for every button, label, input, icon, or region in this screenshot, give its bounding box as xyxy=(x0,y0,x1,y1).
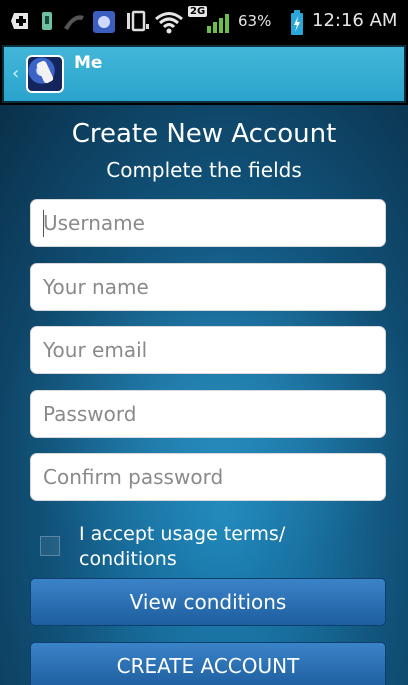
phone-icon xyxy=(64,15,84,30)
name-input[interactable] xyxy=(31,264,385,310)
battery-charging-icon xyxy=(291,10,303,35)
form-subtitle: Complete the fields xyxy=(106,158,302,182)
wifi-icon xyxy=(155,12,183,34)
view-conditions-button[interactable]: View conditions xyxy=(30,578,386,626)
vibrate-icon xyxy=(127,10,149,32)
terms-label: I accept usage terms/ conditions xyxy=(79,523,286,570)
create-account-button[interactable]: CREATE ACCOUNT xyxy=(30,642,386,685)
password-field-container xyxy=(30,390,386,438)
name-field-container xyxy=(30,263,386,311)
network-badge: 2G xyxy=(188,6,208,17)
text-cursor xyxy=(43,210,44,237)
create-account-form: Create New Account Complete the fields I… xyxy=(0,105,408,685)
back-chevron-icon[interactable]: ‹ xyxy=(12,63,19,84)
signal-icon xyxy=(207,14,229,33)
email-field-container xyxy=(30,326,386,374)
confirm-password-field-container xyxy=(30,453,386,501)
add-icon xyxy=(11,13,28,29)
form-title: Create New Account xyxy=(71,119,337,149)
terms-checkbox[interactable] xyxy=(40,536,60,556)
app-logo-icon[interactable] xyxy=(26,55,64,93)
action-bar: ‹ Me xyxy=(2,45,406,103)
usb-icon xyxy=(42,12,52,30)
status-bar: 2G 63% 12:16 AM xyxy=(0,0,408,45)
confirm-password-input[interactable] xyxy=(31,454,385,500)
password-input[interactable] xyxy=(31,391,385,437)
app-notification-icon xyxy=(93,11,115,33)
username-input[interactable] xyxy=(31,200,385,246)
battery-percent: 63% xyxy=(238,12,272,30)
clock: 12:16 AM xyxy=(312,10,398,31)
username-field-container xyxy=(30,199,386,247)
email-input[interactable] xyxy=(31,327,385,373)
app-title: Me xyxy=(74,53,103,73)
